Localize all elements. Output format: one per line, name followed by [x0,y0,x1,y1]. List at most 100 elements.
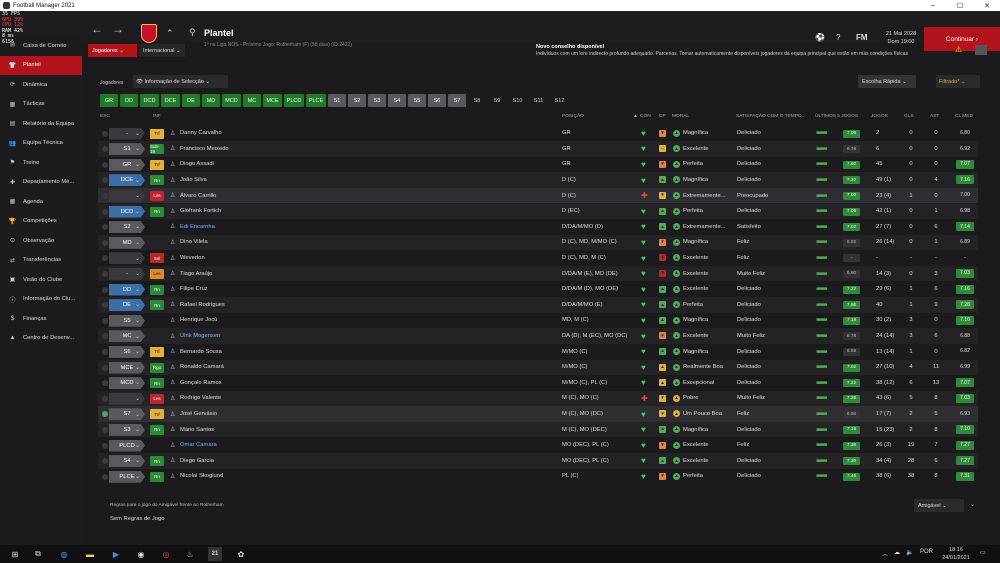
col-games[interactable]: JOGOS [871,114,888,122]
sidebar-item[interactable]: ⓘ Informação do Clu... [0,290,82,310]
search-icon[interactable]: ⚲ [189,27,196,38]
row-checkbox[interactable] [102,239,108,246]
position-button[interactable]: S7 [448,94,466,107]
position-button[interactable]: DE [182,94,200,107]
player-name[interactable]: Ronaldo Camará [180,360,360,376]
position-button[interactable]: MCE [263,94,282,107]
chevron-down-icon[interactable]: ⌄ [135,157,140,173]
international-dropdown[interactable]: Internacional ⌄ [139,44,185,57]
table-row[interactable]: ⌄ Les ♙ Rodrigo Valente M (C), MO (C) ✚ ▾ ▴ Pobr… [98,390,978,407]
sidebar-item[interactable]: ▤ Relatório da Equipa [0,114,82,134]
row-checkbox[interactable] [102,348,108,355]
table-row[interactable]: DD ⌄ Rn ♙ Filipe Cruz D/DA/M (D), MO (DE) ♥ ▴ ▴ E… [98,282,978,298]
position-button[interactable]: S12 [550,94,569,107]
position-button[interactable]: MD [202,94,220,107]
chevron-down-icon[interactable]: ⌄ [135,141,140,157]
position-button[interactable]: S8 [468,94,486,107]
chevron-down-icon[interactable]: ⌄ [135,360,140,376]
match-type-dropdown[interactable]: Amigável ⌄ [914,499,964,512]
player-name[interactable]: Nicolai Skoglund [180,469,360,485]
player-name[interactable]: Mário Santos [180,422,360,438]
sidebar-item[interactable]: ⊙ Observação [0,231,82,251]
player-name[interactable]: Giofrank Fortich [180,204,360,220]
back-arrow-icon[interactable]: ← [91,22,103,36]
player-name[interactable]: Henrique Jocú [180,313,360,329]
chevron-down-icon[interactable]: ⌄ [135,188,140,204]
position-button[interactable]: MCD [222,94,241,107]
table-row[interactable]: PLCD ⌄ ♙ Omar Camara MO (DEC), PL (C) ♥ ▾ ▴ Exce… [98,438,978,454]
chevron-down-icon[interactable]: ⌄ [135,313,140,329]
advice-panel[interactable]: Novo conselho disponível Indivíduos com … [536,44,976,58]
sidebar-item[interactable]: 👕 Plantel [0,55,82,75]
row-checkbox[interactable] [102,255,108,262]
col-inf[interactable]: INF [153,114,161,122]
col-cp[interactable]: CP [659,114,666,122]
advisor-icon[interactable]: ⚠ [955,45,962,54]
cloud-icon[interactable]: ☁ [894,549,900,556]
chat-icon[interactable] [975,45,987,55]
table-row[interactable]: ⌄ Les ♙ Álvaro Carrillo D (C) ✚ ▾ ▴ Extremamente… [98,187,978,204]
table-row[interactable]: S6 ⌄ Trf ♙ Bernardo Sousa M/MO (C) ♥ ▴ ▴ Magnífic… [98,344,978,360]
view-selector[interactable]: 👁 Informação de Selecção ⌄ [133,75,228,88]
player-name[interactable]: Dino Vilela [180,235,360,251]
windows-start-icon[interactable]: ⊞ [8,547,22,561]
chevron-down-icon[interactable]: ⌄ [135,453,140,469]
player-name[interactable]: Francisco Meixedo [180,141,360,157]
maximize-icon[interactable]: ☐ [947,0,973,11]
player-name[interactable]: Diego Garcia [180,453,360,469]
language-indicator[interactable]: POR [920,549,933,555]
col-goals[interactable]: GLS [904,114,914,122]
speaker-icon[interactable]: 🔈 [906,549,913,556]
close-icon[interactable]: ✕ [974,0,1000,11]
position-button[interactable]: DCD [140,94,159,107]
col-satisfaction[interactable]: SATISFAÇÃO COM O TEMPO... [736,114,806,122]
sidebar-item[interactable]: ✚ Departamento Mé... [0,173,82,193]
chevron-down-icon[interactable]: ⌄ [135,297,140,313]
row-checkbox[interactable] [102,224,108,231]
row-checkbox[interactable] [102,286,108,293]
position-button[interactable]: S3 [368,94,386,107]
table-row[interactable]: - ⌄ Les ♙ Tiago Araújo D/DA/M (E), MO (DE) ♥ ▾ ▴… [98,265,978,282]
table-row[interactable]: S2 ⌄ ♙ Edi Encarnha D/DA/M/MO (D) ♥ ▴ ▴ Extremam… [98,219,978,235]
row-checkbox[interactable] [102,380,108,387]
position-button[interactable]: S1 [328,94,346,107]
chevron-updown-icon[interactable]: ⌃ [166,28,174,39]
table-row[interactable]: S5 ⌄ ♙ Henrique Jocú MD, M (C) ♥ ▴ ▴ Magnífica De… [98,313,978,329]
edge-icon[interactable]: ◍ [57,547,71,561]
players-dropdown[interactable]: Jogadores ⌄ [88,44,137,57]
player-name[interactable]: Edi Encarnha [180,219,360,235]
col-form[interactable]: ÚLTIMOS 5 JOGOS [815,114,858,122]
player-name[interactable]: Bernardo Sousa [180,344,360,360]
position-button[interactable]: S9 [488,94,506,107]
chevron-down-icon[interactable]: ⌄ [135,328,140,344]
chevron-down-icon[interactable]: ⌄ [135,391,140,407]
chevron-down-icon[interactable]: ⌄ [135,375,140,391]
task-view-icon[interactable]: ⧉ [31,547,45,561]
player-name[interactable]: Danny Carvalho [180,126,360,142]
table-row[interactable]: MD ⌄ ♙ Dino Vilela D (C), MD, M/MO (C) ♥ ▾ ▴ Mag… [98,234,978,251]
filter-button[interactable]: Filtrado* ⌄ [936,75,980,88]
quick-pick-button[interactable]: Escolha Rápida ⌄ [858,75,916,88]
sidebar-item[interactable]: ▦ Agenda [0,192,82,212]
row-checkbox[interactable] [102,458,108,465]
sort-up-icon[interactable]: ▲ [633,114,638,122]
table-row[interactable]: S7 ⌄ Trf ♙ José Gervásio M (C), MO (DC) ♥ ▾ ▴ Um … [98,406,978,422]
player-name[interactable]: Diogo Assadi [180,157,360,173]
player-name[interactable]: Omar Camara [180,438,360,454]
position-button[interactable]: S5 [408,94,426,107]
position-button[interactable]: DCE [161,94,180,107]
club-crest[interactable] [141,24,157,43]
col-position[interactable]: POSIÇÃO [562,114,584,122]
chevron-down-icon[interactable]: ⌄ [135,344,140,360]
player-name[interactable]: Weverton [180,250,360,266]
row-checkbox[interactable] [102,411,108,418]
position-button[interactable]: S6 [428,94,446,107]
position-button[interactable]: PLCD [284,94,304,107]
chevron-down-icon[interactable]: ⌄ [135,250,140,266]
help-icon[interactable]: ? [836,33,840,42]
player-name[interactable]: Rodrigo Valente [180,391,360,407]
table-row[interactable]: S4 ⌄ Rn ♙ Diego Garcia MO (DEC), PL (C) ♥ ▴ ▴ Exc… [98,453,978,469]
chevron-down-icon[interactable]: ⌄ [970,501,975,508]
ball-icon[interactable]: ⚽ [815,33,825,42]
row-checkbox[interactable] [102,302,108,309]
